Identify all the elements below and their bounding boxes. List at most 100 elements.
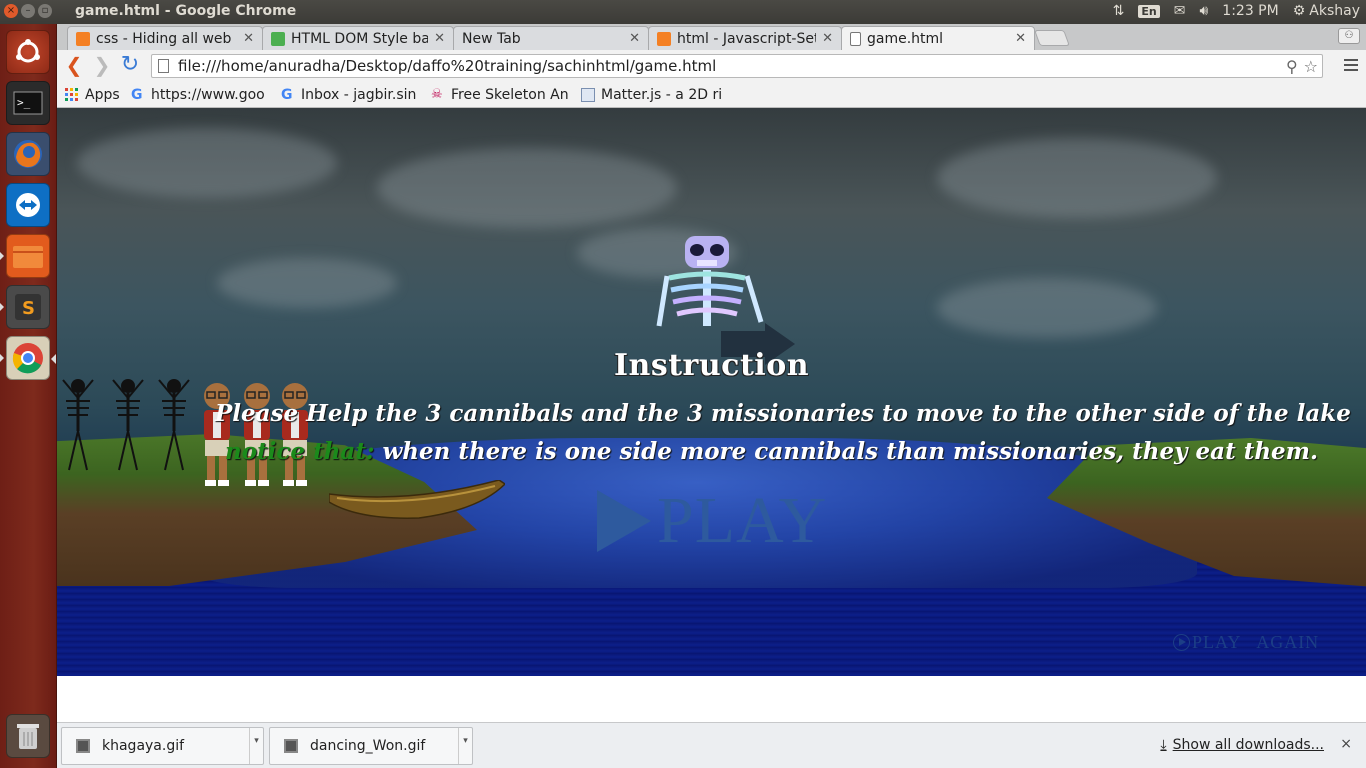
cannibal-skeleton[interactable]: [61, 376, 95, 472]
svg-text:S: S: [22, 298, 35, 319]
tab-close-icon[interactable]: ✕: [822, 31, 833, 46]
desktop: × – ▫ game.html - Google Chrome ⇅ En ✉ 🔊…: [0, 0, 1366, 768]
window-close-button[interactable]: ×: [4, 4, 18, 18]
bookmark-star-icon[interactable]: ☆: [1304, 56, 1318, 78]
mail-icon[interactable]: ✉: [1174, 3, 1186, 19]
skeleton-icon: ☠: [431, 86, 443, 102]
tab-label: game.html: [867, 30, 944, 47]
tab-html-dom-style[interactable]: HTML DOM Style bac ✕: [262, 26, 454, 50]
tab-close-icon[interactable]: ✕: [1015, 31, 1026, 46]
files-icon[interactable]: [6, 234, 50, 278]
tab-close-icon[interactable]: ✕: [434, 31, 445, 46]
boat[interactable]: [329, 480, 505, 520]
tab-new-tab[interactable]: New Tab ✕: [453, 26, 649, 50]
window-maximize-button[interactable]: ▫: [38, 4, 52, 18]
tab-javascript-set[interactable]: html - Javascript-Set ✕: [648, 26, 842, 50]
user-name: Akshay: [1309, 3, 1360, 19]
tab-css-hiding[interactable]: css - Hiding all web p ✕: [67, 26, 263, 50]
cloud: [377, 148, 677, 228]
instruction-title: Instruction: [613, 348, 810, 383]
cloud: [77, 128, 337, 198]
window-title: game.html - Google Chrome: [75, 3, 297, 19]
tab-strip: css - Hiding all web p ✕ HTML DOM Style …: [57, 24, 1366, 50]
download-arrow-icon: ⤓: [1160, 737, 1167, 753]
chrome-icon[interactable]: [6, 336, 50, 380]
teamviewer-icon[interactable]: [6, 183, 50, 227]
apps-grid-icon: [65, 87, 78, 101]
profile-icon[interactable]: ⚇: [1338, 28, 1360, 44]
missionary[interactable]: [277, 380, 313, 488]
download-item[interactable]: khagaya.gif ▾: [61, 727, 264, 765]
tab-label: HTML DOM Style bac: [291, 30, 429, 47]
stackoverflow-icon: [76, 31, 90, 46]
matterjs-icon: [581, 87, 595, 102]
instruction-text-line2: notice that: when there is one side more…: [225, 438, 1318, 465]
tab-game-html[interactable]: game.html ✕: [841, 26, 1035, 50]
ubuntu-dash-icon[interactable]: [6, 30, 50, 74]
cloud: [217, 258, 397, 308]
reload-icon[interactable]: ↻: [119, 54, 141, 77]
page-info-icon[interactable]: [158, 59, 169, 73]
download-filename: khagaya.gif: [102, 738, 185, 754]
address-url: file:///home/anuradha/Desktop/daffo%20tr…: [178, 57, 717, 75]
back-icon[interactable]: ❮: [63, 55, 85, 77]
window-controls: × – ▫: [4, 4, 52, 18]
game-canvas: Instruction Please Help the 3 cannibals …: [57, 108, 1366, 676]
new-tab-button[interactable]: [1034, 30, 1070, 46]
forward-icon[interactable]: ❯: [91, 55, 113, 77]
firefox-icon[interactable]: [6, 132, 50, 176]
download-menu-chevron-icon[interactable]: ▾: [249, 728, 263, 764]
play-triangle-icon: [597, 490, 651, 552]
bookmark-free-skeleton[interactable]: ☠ Free Skeleton An: [431, 87, 573, 103]
tab-label: css - Hiding all web p: [96, 30, 238, 47]
terminal-icon[interactable]: >_: [6, 81, 50, 125]
cannibal-skeleton[interactable]: [157, 376, 191, 472]
window-minimize-button[interactable]: –: [21, 4, 35, 18]
address-bar[interactable]: file:///home/anuradha/Desktop/daffo%20tr…: [151, 54, 1323, 78]
download-shelf: khagaya.gif ▾ dancing_Won.gif ▾ ⤓ Show a…: [57, 722, 1366, 768]
keyboard-layout-indicator[interactable]: En: [1138, 4, 1160, 18]
w3schools-icon: [271, 31, 285, 46]
play-again-label: PLAY AGAIN: [1192, 632, 1320, 652]
tab-close-icon[interactable]: ✕: [243, 31, 254, 46]
bookmark-label: https://www.goo: [151, 86, 265, 103]
play-label: PLAY: [657, 484, 828, 557]
sublime-text-icon[interactable]: S: [6, 285, 50, 329]
tab-close-icon[interactable]: ✕: [629, 31, 640, 46]
download-item[interactable]: dancing_Won.gif ▾: [269, 727, 473, 765]
dancing-skeleton-gif: [656, 236, 764, 327]
stackoverflow-icon: [657, 31, 671, 46]
cloud: [937, 278, 1157, 338]
chrome-menu-icon[interactable]: [1344, 56, 1358, 74]
close-download-shelf-icon[interactable]: ×: [1340, 736, 1352, 752]
svg-text:>_: >_: [17, 96, 31, 109]
bookmark-apps[interactable]: Apps: [65, 87, 123, 103]
zoom-search-icon[interactable]: ⚲: [1286, 56, 1298, 78]
page-viewport: Instruction Please Help the 3 cannibals …: [57, 108, 1366, 722]
play-again-button[interactable]: PLAY AGAIN: [1173, 632, 1319, 653]
missionary[interactable]: [239, 380, 275, 488]
download-menu-chevron-icon[interactable]: ▾: [458, 728, 472, 764]
page-icon: [850, 31, 861, 46]
cannibal-skeleton[interactable]: [111, 376, 145, 472]
user-menu[interactable]: ⚙ Akshay: [1293, 3, 1360, 19]
trash-icon[interactable]: [6, 714, 50, 758]
bookmark-google[interactable]: G https://www.goo: [131, 87, 273, 103]
show-all-label: Show all downloads...: [1172, 737, 1324, 753]
google-icon: G: [131, 86, 143, 103]
network-transfer-icon[interactable]: ⇅: [1113, 3, 1125, 19]
bookmark-inbox[interactable]: G Inbox - jagbir.sin: [281, 87, 423, 103]
missionary[interactable]: [199, 380, 235, 488]
omnibox-actions: ⚲ ☆: [1286, 56, 1318, 78]
download-filename: dancing_Won.gif: [310, 738, 426, 754]
show-all-downloads-link[interactable]: ⤓ Show all downloads...: [1160, 737, 1324, 753]
system-top-bar: × – ▫ game.html - Google Chrome ⇅ En ✉ 🔊…: [0, 0, 1366, 24]
bookmark-matterjs[interactable]: Matter.js - a 2D ri: [581, 87, 721, 103]
file-icon: [76, 739, 90, 753]
play-button[interactable]: PLAY: [595, 484, 828, 557]
files-running-indicator: [0, 252, 4, 260]
bookmark-label: Free Skeleton An: [451, 86, 569, 103]
bookmark-label: Matter.js - a 2D ri: [601, 86, 721, 103]
clock[interactable]: 1:23 PM: [1222, 3, 1278, 19]
volume-icon[interactable]: 🔊︎: [1199, 3, 1208, 19]
